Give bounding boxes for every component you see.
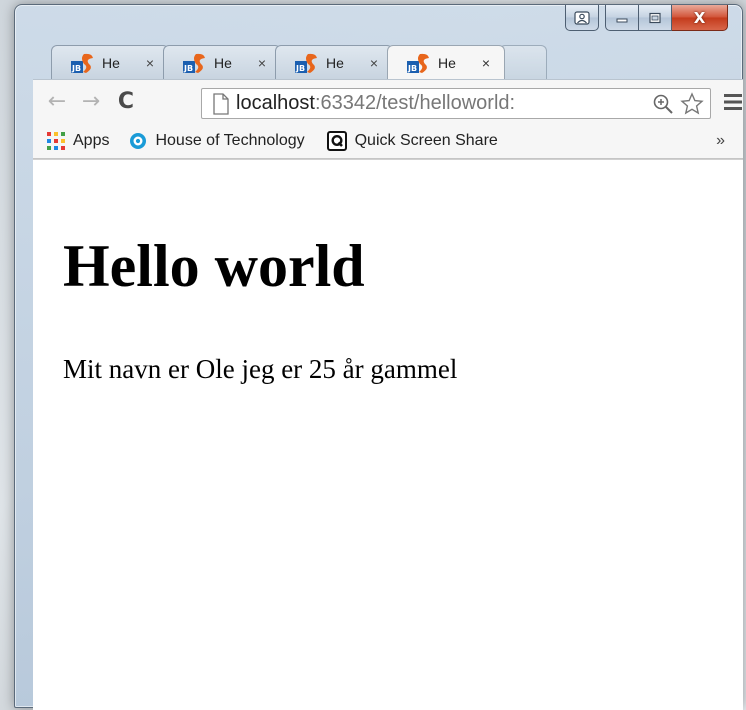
minimize-icon — [616, 18, 628, 22]
user-icon — [574, 10, 590, 25]
forward-button[interactable]: → — [77, 86, 105, 116]
browser-toolbar: ← → C localhost:63342/test/helloworld: — [33, 79, 743, 124]
user-profile-button[interactable] — [565, 5, 599, 31]
page-icon — [213, 92, 229, 115]
page-viewport: Hello world Mit navn er Ole jeg er 25 år… — [33, 159, 743, 710]
minimize-button[interactable] — [605, 5, 639, 31]
page-paragraph: Mit navn er Ole jeg er 25 år gammel — [63, 354, 458, 384]
bookmark-label: Apps — [73, 131, 110, 149]
close-window-button[interactable]: X — [672, 5, 728, 31]
tab-title: He — [326, 54, 344, 71]
url-host: localhost — [236, 92, 315, 114]
bookmarks-overflow-button[interactable]: » — [716, 132, 725, 150]
browser-tab-4-active[interactable]: JB He × — [387, 45, 505, 79]
bookmark-quick-screen-share[interactable]: Quick Screen Share — [326, 130, 498, 151]
window-caption-buttons: X — [565, 5, 728, 33]
tab-title: He — [214, 54, 232, 71]
bookmark-label: House of Technology — [155, 131, 305, 149]
browser-window: X JB He × JB He × JB He × JB He × ← → C … — [14, 4, 743, 710]
reload-button[interactable]: C — [112, 86, 140, 116]
phpstorm-favicon-icon: JB — [407, 53, 429, 73]
svg-text:JB: JB — [183, 64, 193, 73]
phpstorm-favicon-icon: JB — [183, 53, 205, 73]
maximize-icon — [649, 12, 661, 23]
phpstorm-favicon-icon: JB — [295, 53, 317, 73]
bookmark-house-of-technology[interactable]: House of Technology — [129, 131, 305, 150]
menu-hamburger-icon[interactable] — [723, 92, 743, 112]
bookmarks-bar: Apps House of Technology Quick Screen Sh… — [33, 123, 743, 159]
svg-text:JB: JB — [71, 64, 81, 73]
url-text[interactable]: localhost:63342/test/helloworld: — [236, 92, 626, 115]
url-path: :63342/test/helloworld: — [314, 92, 516, 114]
svg-text:JB: JB — [407, 64, 417, 73]
tab-close-icon[interactable]: × — [146, 55, 154, 71]
tab-close-icon[interactable]: × — [482, 55, 490, 71]
tab-title: He — [438, 54, 456, 71]
tab-close-icon[interactable]: × — [258, 55, 266, 71]
new-tab-button[interactable] — [499, 45, 547, 79]
bookmark-label: Quick Screen Share — [354, 131, 498, 149]
tab-close-icon[interactable]: × — [370, 55, 378, 71]
quick-screen-share-icon — [326, 130, 347, 151]
zoom-icon[interactable] — [652, 93, 674, 115]
apps-grid-icon — [47, 131, 65, 150]
house-of-technology-icon — [130, 132, 147, 149]
browser-tab-1[interactable]: JB He × — [51, 45, 169, 79]
browser-tab-2[interactable]: JB He × — [163, 45, 281, 79]
bookmark-star-icon[interactable] — [680, 92, 704, 116]
maximize-button[interactable] — [639, 5, 672, 31]
phpstorm-favicon-icon: JB — [71, 53, 93, 73]
back-button[interactable]: ← — [43, 86, 71, 116]
browser-tab-3[interactable]: JB He × — [275, 45, 393, 79]
tab-title: He — [102, 54, 120, 71]
bookmark-apps[interactable]: Apps — [47, 131, 110, 150]
page-heading: Hello world — [63, 233, 365, 299]
address-bar[interactable]: localhost:63342/test/helloworld: — [201, 88, 711, 119]
close-icon: X — [693, 8, 706, 27]
svg-text:JB: JB — [295, 64, 305, 73]
tab-strip: JB He × JB He × JB He × JB He × — [51, 45, 547, 79]
